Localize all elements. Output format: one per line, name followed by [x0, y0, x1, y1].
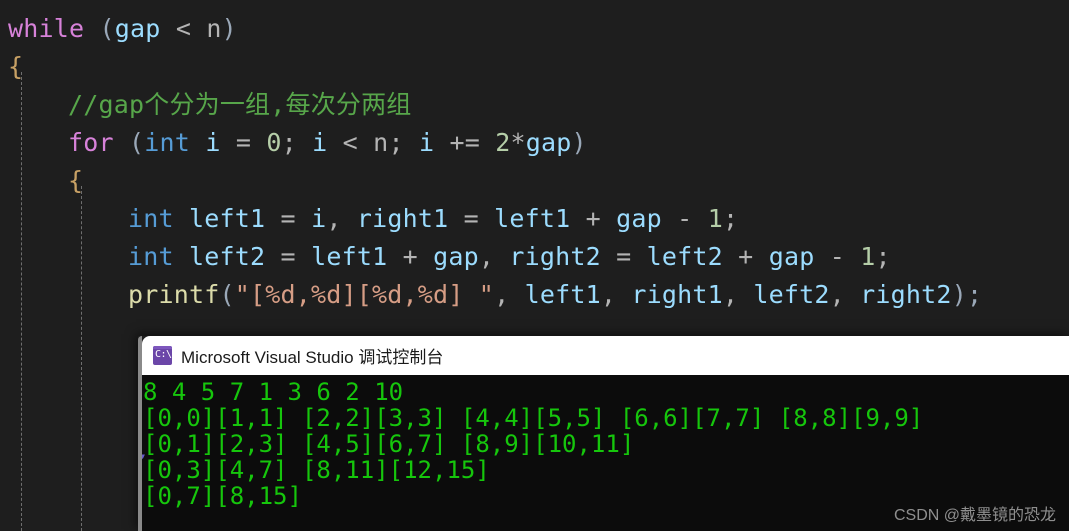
- code-token-var: right1: [631, 280, 723, 309]
- code-token-punct: ): [571, 128, 587, 157]
- code-token-var: left1: [524, 280, 601, 309]
- console-output-line: 8 4 5 7 1 3 6 2 10: [143, 378, 404, 406]
- code-token-op: ,: [829, 280, 861, 309]
- code-token-op: +=: [434, 128, 496, 157]
- code-line: {: [0, 48, 1069, 86]
- code-token-str: "[%d,%d][%d,%d] ": [234, 280, 495, 309]
- code-token-op: ,: [326, 204, 357, 233]
- code-token-comment: //gap个分为一组,每次分两组: [68, 90, 412, 119]
- code-token-op: =: [600, 242, 647, 271]
- console-output-line: [0,7][8,15]: [143, 482, 302, 510]
- code-token-var: left1: [189, 204, 266, 233]
- code-line: int left1 = i, right1 = left1 + gap - 1;: [0, 200, 1069, 238]
- code-token-op: ,: [494, 280, 525, 309]
- code-token-punct: (: [99, 14, 115, 43]
- code-token-num: 0: [266, 128, 282, 157]
- code-token-op: =: [265, 242, 312, 271]
- code-token-kw: while: [8, 14, 85, 43]
- code-token-num: 2: [495, 128, 511, 157]
- console-icon-glyph: C:\: [155, 349, 172, 360]
- code-token-var: left1: [311, 242, 388, 271]
- code-token-var: left2: [753, 280, 830, 309]
- code-token-op: =: [265, 204, 312, 233]
- code-line: printf("[%d,%d][%d,%d] ", left1, right1,…: [0, 276, 1069, 314]
- code-token-punct: (: [219, 280, 235, 309]
- code-line: //gap个分为一组,每次分两组: [0, 86, 1069, 124]
- code-token-op: ,: [600, 280, 632, 309]
- code-token-punct: (: [129, 128, 145, 157]
- code-line: {: [0, 162, 1069, 200]
- code-token-op: *: [510, 128, 526, 157]
- code-token-type: int: [128, 204, 174, 233]
- code-token-op: <: [327, 128, 374, 157]
- code-token-brace: {: [68, 166, 84, 195]
- code-token-kw: for: [68, 128, 114, 157]
- code-token-op: ;: [281, 128, 313, 157]
- code-token-num: 1: [707, 204, 723, 233]
- code-token-brace: {: [8, 52, 24, 81]
- code-token-var: i: [311, 204, 327, 233]
- code-token-var: i: [418, 128, 435, 157]
- code-token-var: gap: [616, 204, 662, 233]
- code-token-plain: n: [373, 128, 389, 157]
- code-token-plain: n: [206, 14, 222, 43]
- code-token-op: ,: [478, 242, 510, 271]
- code-token-op: -: [814, 242, 861, 271]
- code-token-var: right1: [356, 204, 449, 233]
- code-token-var: gap: [525, 128, 572, 157]
- code-token-op: =: [220, 128, 267, 157]
- code-token-var: right2: [860, 280, 952, 309]
- code-token-punct: ): [221, 14, 237, 43]
- code-token-op: <: [160, 14, 207, 43]
- code-token-var: right2: [509, 242, 601, 271]
- code-line: for (int i = 0; i < n; i += 2*gap): [0, 124, 1069, 162]
- console-output-line: [0,0][1,1] [2,2][3,3] [4,4][5,5] [6,6][7…: [143, 404, 924, 432]
- code-token-op: ;: [875, 242, 891, 271]
- code-token-op: =: [448, 204, 495, 233]
- code-token-fn: printf: [128, 280, 220, 309]
- code-token-op: +: [387, 242, 434, 271]
- code-token-op: ,: [722, 280, 754, 309]
- code-token-var: i: [312, 128, 328, 157]
- code-token-var: left1: [494, 204, 571, 233]
- code-token-var: left2: [646, 242, 723, 271]
- code-token-var: gap: [433, 242, 479, 271]
- code-token-op: +: [570, 204, 617, 233]
- code-token-punct: );: [951, 280, 983, 309]
- console-titlebar[interactable]: C:\ Microsoft Visual Studio 调试控制台: [142, 336, 1069, 375]
- code-line: int left2 = left1 + gap, right2 = left2 …: [0, 238, 1069, 276]
- code-token-var: i: [205, 128, 221, 157]
- console-app-icon: C:\: [153, 346, 172, 365]
- code-token-var: gap: [114, 14, 161, 43]
- code-token-num: 1: [860, 242, 876, 271]
- code-line: while (gap < n): [0, 10, 1069, 48]
- code-token-type: int: [144, 128, 191, 157]
- code-token-op: +: [722, 242, 769, 271]
- csdn-watermark: CSDN @戴墨镜的恐龙: [893, 507, 1056, 524]
- code-token-op: -: [661, 204, 708, 233]
- console-output-line: [0,3][4,7] [8,11][12,15]: [143, 456, 490, 484]
- code-token-op: ;: [722, 204, 739, 233]
- code-token-var: left2: [189, 242, 266, 271]
- code-token-type: int: [128, 242, 174, 271]
- console-output-line: [0,1][2,3] [4,5][6,7] [8,9][10,11]: [143, 430, 635, 458]
- code-token-op: ;: [388, 128, 419, 157]
- code-token-var: gap: [768, 242, 815, 271]
- console-title-label: Microsoft Visual Studio 调试控制台: [181, 348, 444, 367]
